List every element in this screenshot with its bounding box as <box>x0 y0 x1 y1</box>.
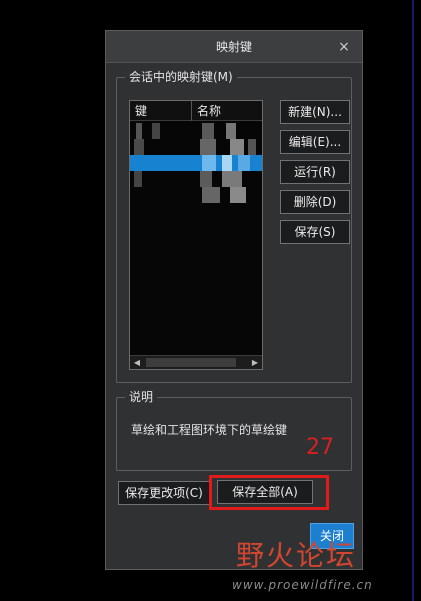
column-header-name[interactable]: 名称 <box>192 101 262 121</box>
run-button[interactable]: 运行(R) <box>280 160 350 184</box>
horizontal-scrollbar[interactable]: ◀ ▶ <box>130 355 262 369</box>
scroll-right-icon[interactable]: ▶ <box>248 356 262 369</box>
close-icon[interactable]: × <box>334 37 354 57</box>
list-item[interactable] <box>130 123 262 139</box>
edit-button[interactable]: 编辑(E)... <box>280 130 350 154</box>
watermark-url: www.proewildfire.cn <box>232 578 373 592</box>
session-mapkeys-group: 会话中的映射键(M) 键 名称 ◀ ▶ 新建(N)... 编辑(E)... 运行… <box>116 69 352 383</box>
watermark-logo: 野火论坛 <box>236 539 357 572</box>
save-changed-button[interactable]: 保存更改项(C) <box>118 481 210 505</box>
save-button[interactable]: 保存(S) <box>280 220 350 244</box>
dialog-title: 映射键 <box>215 40 252 54</box>
list-item[interactable] <box>130 187 262 203</box>
list-header: 键 名称 <box>130 101 262 121</box>
list-item-selected[interactable] <box>130 155 262 171</box>
mapkeys-dialog: 映射键 × 会话中的映射键(M) 键 名称 ◀ ▶ 新建(N)... 编辑(E)… <box>105 30 363 570</box>
list-item[interactable] <box>130 171 262 187</box>
scroll-thumb[interactable] <box>146 358 236 367</box>
delete-button[interactable]: 删除(D) <box>280 190 350 214</box>
screen-edge <box>412 0 414 601</box>
session-mapkeys-legend: 会话中的映射键(M) <box>125 69 237 85</box>
step-number-annotation: 27 <box>306 435 334 460</box>
title-bar[interactable]: 映射键 × <box>106 31 362 63</box>
save-all-button[interactable]: 保存全部(A) <box>217 480 313 504</box>
list-item[interactable] <box>130 139 262 155</box>
new-button[interactable]: 新建(N)... <box>280 100 350 124</box>
mapkeys-list[interactable]: 键 名称 ◀ ▶ <box>129 100 263 370</box>
scroll-left-icon[interactable]: ◀ <box>130 356 144 369</box>
description-legend: 说明 <box>125 389 158 405</box>
column-header-key[interactable]: 键 <box>130 101 192 121</box>
